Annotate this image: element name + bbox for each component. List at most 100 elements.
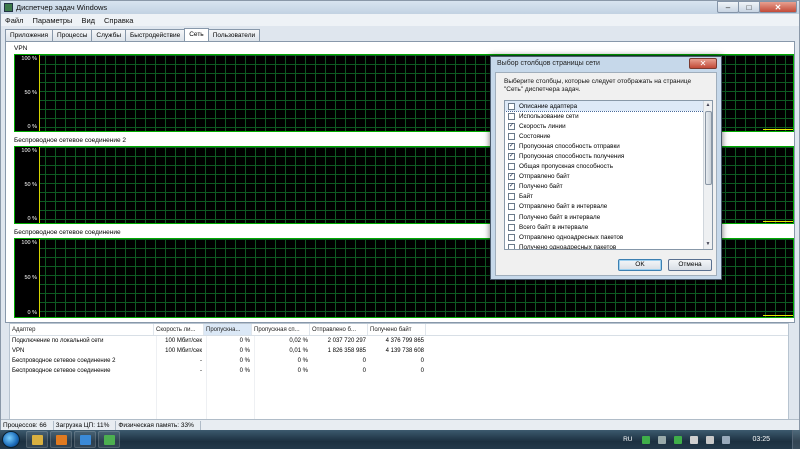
taskbar-app-button[interactable]: [74, 431, 96, 448]
adapter-table[interactable]: Адаптер Скорость ли... Пропускна... Проп…: [9, 323, 789, 427]
column-checkbox[interactable]: ✓: [508, 183, 515, 191]
column-checkbox[interactable]: [508, 102, 515, 110]
column-checkbox[interactable]: [508, 112, 515, 120]
language-indicator[interactable]: RU: [623, 436, 632, 443]
scroll-thumb[interactable]: [705, 111, 712, 185]
column-option[interactable]: Общая пропускная способность: [505, 162, 712, 172]
taskbar-app-button[interactable]: [98, 431, 120, 448]
column-checkbox[interactable]: [508, 243, 515, 249]
column-header-receive-throughput[interactable]: Пропускная сп...: [252, 324, 310, 335]
column-option[interactable]: Отправлено байт в интервале: [505, 202, 712, 212]
column-header-bytes-received[interactable]: Получено байт: [368, 324, 426, 335]
graph-label: Беспроводное сетевое соединение 2: [14, 137, 127, 144]
tray-icon[interactable]: [658, 435, 667, 444]
column-option[interactable]: Получено одноадресных пакетов: [505, 242, 712, 249]
menu-file[interactable]: Файл: [5, 16, 23, 25]
y-tick-100: 100 %: [21, 240, 37, 246]
menu-view[interactable]: Вид: [81, 16, 95, 25]
graph-label: VPN: [14, 45, 28, 52]
table-row[interactable]: VPN 100 Мбит/сек 0 % 0,01 % 1 826 358 98…: [10, 346, 788, 356]
column-checkbox[interactable]: ✓: [508, 153, 515, 161]
column-option-label: Пропускная способность отправки: [519, 142, 620, 150]
column-option-label: Пропускная способность получения: [519, 153, 625, 161]
column-checkbox[interactable]: [508, 213, 515, 221]
y-tick-50: 50 %: [24, 182, 37, 188]
column-option[interactable]: Всего байт в интервале: [505, 222, 712, 232]
task-manager-app-icon: [4, 3, 13, 12]
column-option[interactable]: ✓ Скорость линии: [505, 121, 712, 131]
minimize-button[interactable]: –: [717, 1, 739, 13]
tab-performance[interactable]: Быстродействие: [125, 29, 186, 41]
column-header-bytes-sent[interactable]: Отправлено б...: [310, 324, 368, 335]
column-option-label: Состояние: [519, 132, 551, 140]
column-option-label: Отправлено байт в интервале: [519, 203, 608, 211]
cell-adapter: Беспроводное сетевое соединение 2: [12, 358, 116, 364]
tray-icon[interactable]: [706, 435, 715, 444]
column-header-adapter[interactable]: Адаптер: [10, 324, 154, 335]
tray-icon[interactable]: [722, 435, 731, 444]
tab-applications[interactable]: Приложения: [5, 29, 54, 41]
column-option[interactable]: ✓ Пропускная способность отправки: [505, 141, 712, 151]
graph-traffic-line: [763, 129, 793, 130]
column-checkbox[interactable]: [508, 203, 515, 211]
dialog-close-button[interactable]: ✕: [689, 58, 717, 69]
column-checkbox[interactable]: [508, 233, 515, 241]
scroll-down-icon[interactable]: ▼: [704, 240, 712, 249]
column-header-line-speed[interactable]: Скорость ли...: [154, 324, 204, 335]
column-option[interactable]: ✓ Получено байт: [505, 182, 712, 192]
cell-adapter: Подключение по локальной сети: [12, 338, 104, 344]
cancel-button[interactable]: Отмена: [668, 259, 712, 271]
ok-button[interactable]: OK: [618, 259, 662, 271]
column-checkbox[interactable]: [508, 193, 515, 201]
column-checkbox[interactable]: ✓: [508, 173, 515, 181]
column-option-label: Всего байт в интервале: [519, 223, 589, 231]
column-checkbox[interactable]: ✓: [508, 122, 515, 130]
tray-icon[interactable]: [642, 435, 651, 444]
tray-icons: [642, 435, 738, 444]
tab-network[interactable]: Сеть: [184, 28, 209, 41]
cell-receive-throughput: 0 %: [297, 358, 308, 364]
column-option[interactable]: Использование сети: [505, 111, 712, 121]
column-option[interactable]: Отправлено одноадресных пакетов: [505, 232, 712, 242]
tab-users[interactable]: Пользователи: [207, 29, 261, 41]
column-checkbox[interactable]: [508, 163, 515, 171]
clock[interactable]: 03:25: [752, 436, 770, 443]
title-bar[interactable]: Диспетчер задач Windows – □ ✕: [1, 1, 799, 14]
window-controls: – □ ✕: [717, 1, 797, 13]
close-button[interactable]: ✕: [759, 1, 797, 13]
table-row[interactable]: Подключение по локальной сети 100 Мбит/с…: [10, 336, 788, 346]
scroll-up-icon[interactable]: ▲: [704, 101, 712, 110]
column-checkbox[interactable]: [508, 223, 515, 231]
menu-help[interactable]: Справка: [104, 16, 133, 25]
list-scrollbar[interactable]: ▲ ▼: [703, 101, 712, 249]
column-option-label: Байт: [519, 193, 534, 201]
graph-traffic-line: [763, 221, 793, 222]
column-option[interactable]: Описание адаптера: [505, 101, 712, 113]
ie-icon: [80, 435, 91, 445]
column-options-list[interactable]: Описание адаптера Использование сети ✓ Скор…: [504, 100, 713, 250]
menu-options[interactable]: Параметры: [32, 16, 72, 25]
graph-axis-line: [39, 55, 40, 131]
column-option[interactable]: ✓ Пропускная способность получения: [505, 151, 712, 161]
column-header-send-throughput[interactable]: Пропускна...: [204, 324, 252, 335]
table-row[interactable]: Беспроводное сетевое соединение 2 - 0 % …: [10, 356, 788, 366]
status-cpu: Загрузка ЦП: 11%: [54, 420, 117, 431]
show-desktop-button[interactable]: [792, 430, 800, 449]
column-checkbox[interactable]: ✓: [508, 142, 515, 150]
table-row[interactable]: Беспроводное сетевое соединение - 0 % 0 …: [10, 366, 788, 376]
start-button[interactable]: [2, 431, 20, 448]
tray-icon[interactable]: [690, 435, 699, 444]
tab-services[interactable]: Службы: [91, 29, 127, 41]
tab-processes[interactable]: Процессы: [52, 29, 93, 41]
taskbar-app-button[interactable]: [26, 431, 48, 448]
column-options: Описание адаптера Использование сети ✓ Скор…: [505, 101, 712, 249]
tray-icon[interactable]: [674, 435, 683, 444]
column-checkbox[interactable]: [508, 132, 515, 140]
maximize-button[interactable]: □: [738, 1, 760, 13]
tab-strip: Приложения Процессы Службы Быстродействи…: [5, 28, 261, 41]
column-option[interactable]: ✓ Отправлено байт: [505, 172, 712, 182]
taskbar-app-button[interactable]: [50, 431, 72, 448]
column-option[interactable]: Байт: [505, 192, 712, 202]
column-option[interactable]: Получено байт в интервале: [505, 212, 712, 222]
column-option[interactable]: Состояние: [505, 131, 712, 141]
